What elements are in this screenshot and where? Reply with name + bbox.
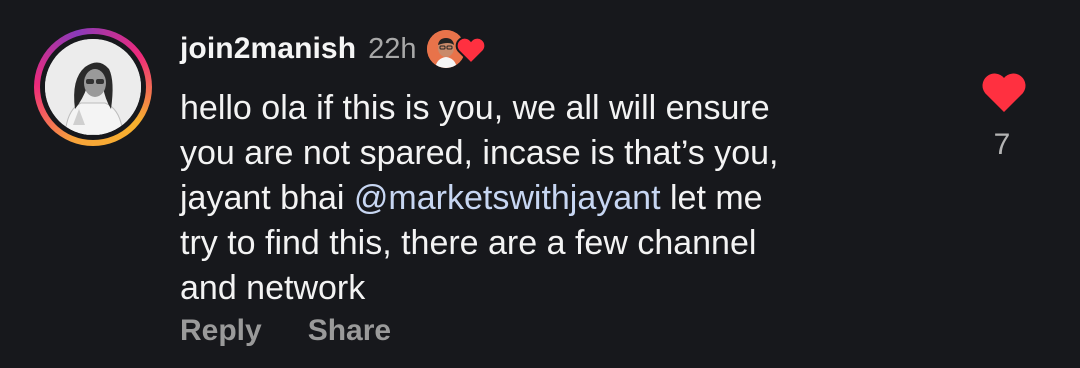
share-button[interactable]: Share: [308, 314, 391, 348]
comment-header: join2manish 22h: [180, 26, 489, 72]
comment-line: try to find this, there are a few channe…: [180, 224, 757, 262]
author-liked-heart-icon: [455, 36, 486, 65]
author-liked-badge: [426, 26, 489, 72]
comment-text-segment: jayant bhai: [180, 179, 354, 217]
comment-line-with-mention: jayant bhai @marketswithjayant let me: [180, 176, 940, 221]
comment-actions: Reply Share: [180, 314, 391, 348]
like-count[interactable]: 7: [940, 128, 1064, 162]
story-ring[interactable]: [34, 28, 152, 146]
comment-line: you are not spared, incase is that’s you…: [180, 134, 779, 172]
avatar-photo: [45, 39, 141, 135]
avatar-gap: [40, 34, 146, 140]
comment-line: and network: [180, 269, 366, 307]
comment-text: hello ola if this is you, we all will en…: [180, 86, 940, 311]
username[interactable]: join2manish: [180, 32, 356, 66]
heart-icon[interactable]: [980, 70, 1028, 114]
comment-text-segment: let me: [660, 179, 763, 217]
comment-line: hello ola if this is you, we all will en…: [180, 89, 770, 127]
mention-link[interactable]: @marketswithjayant: [354, 179, 661, 217]
avatar[interactable]: [45, 39, 141, 135]
timestamp: 22h: [368, 32, 417, 65]
reply-button[interactable]: Reply: [180, 314, 262, 348]
